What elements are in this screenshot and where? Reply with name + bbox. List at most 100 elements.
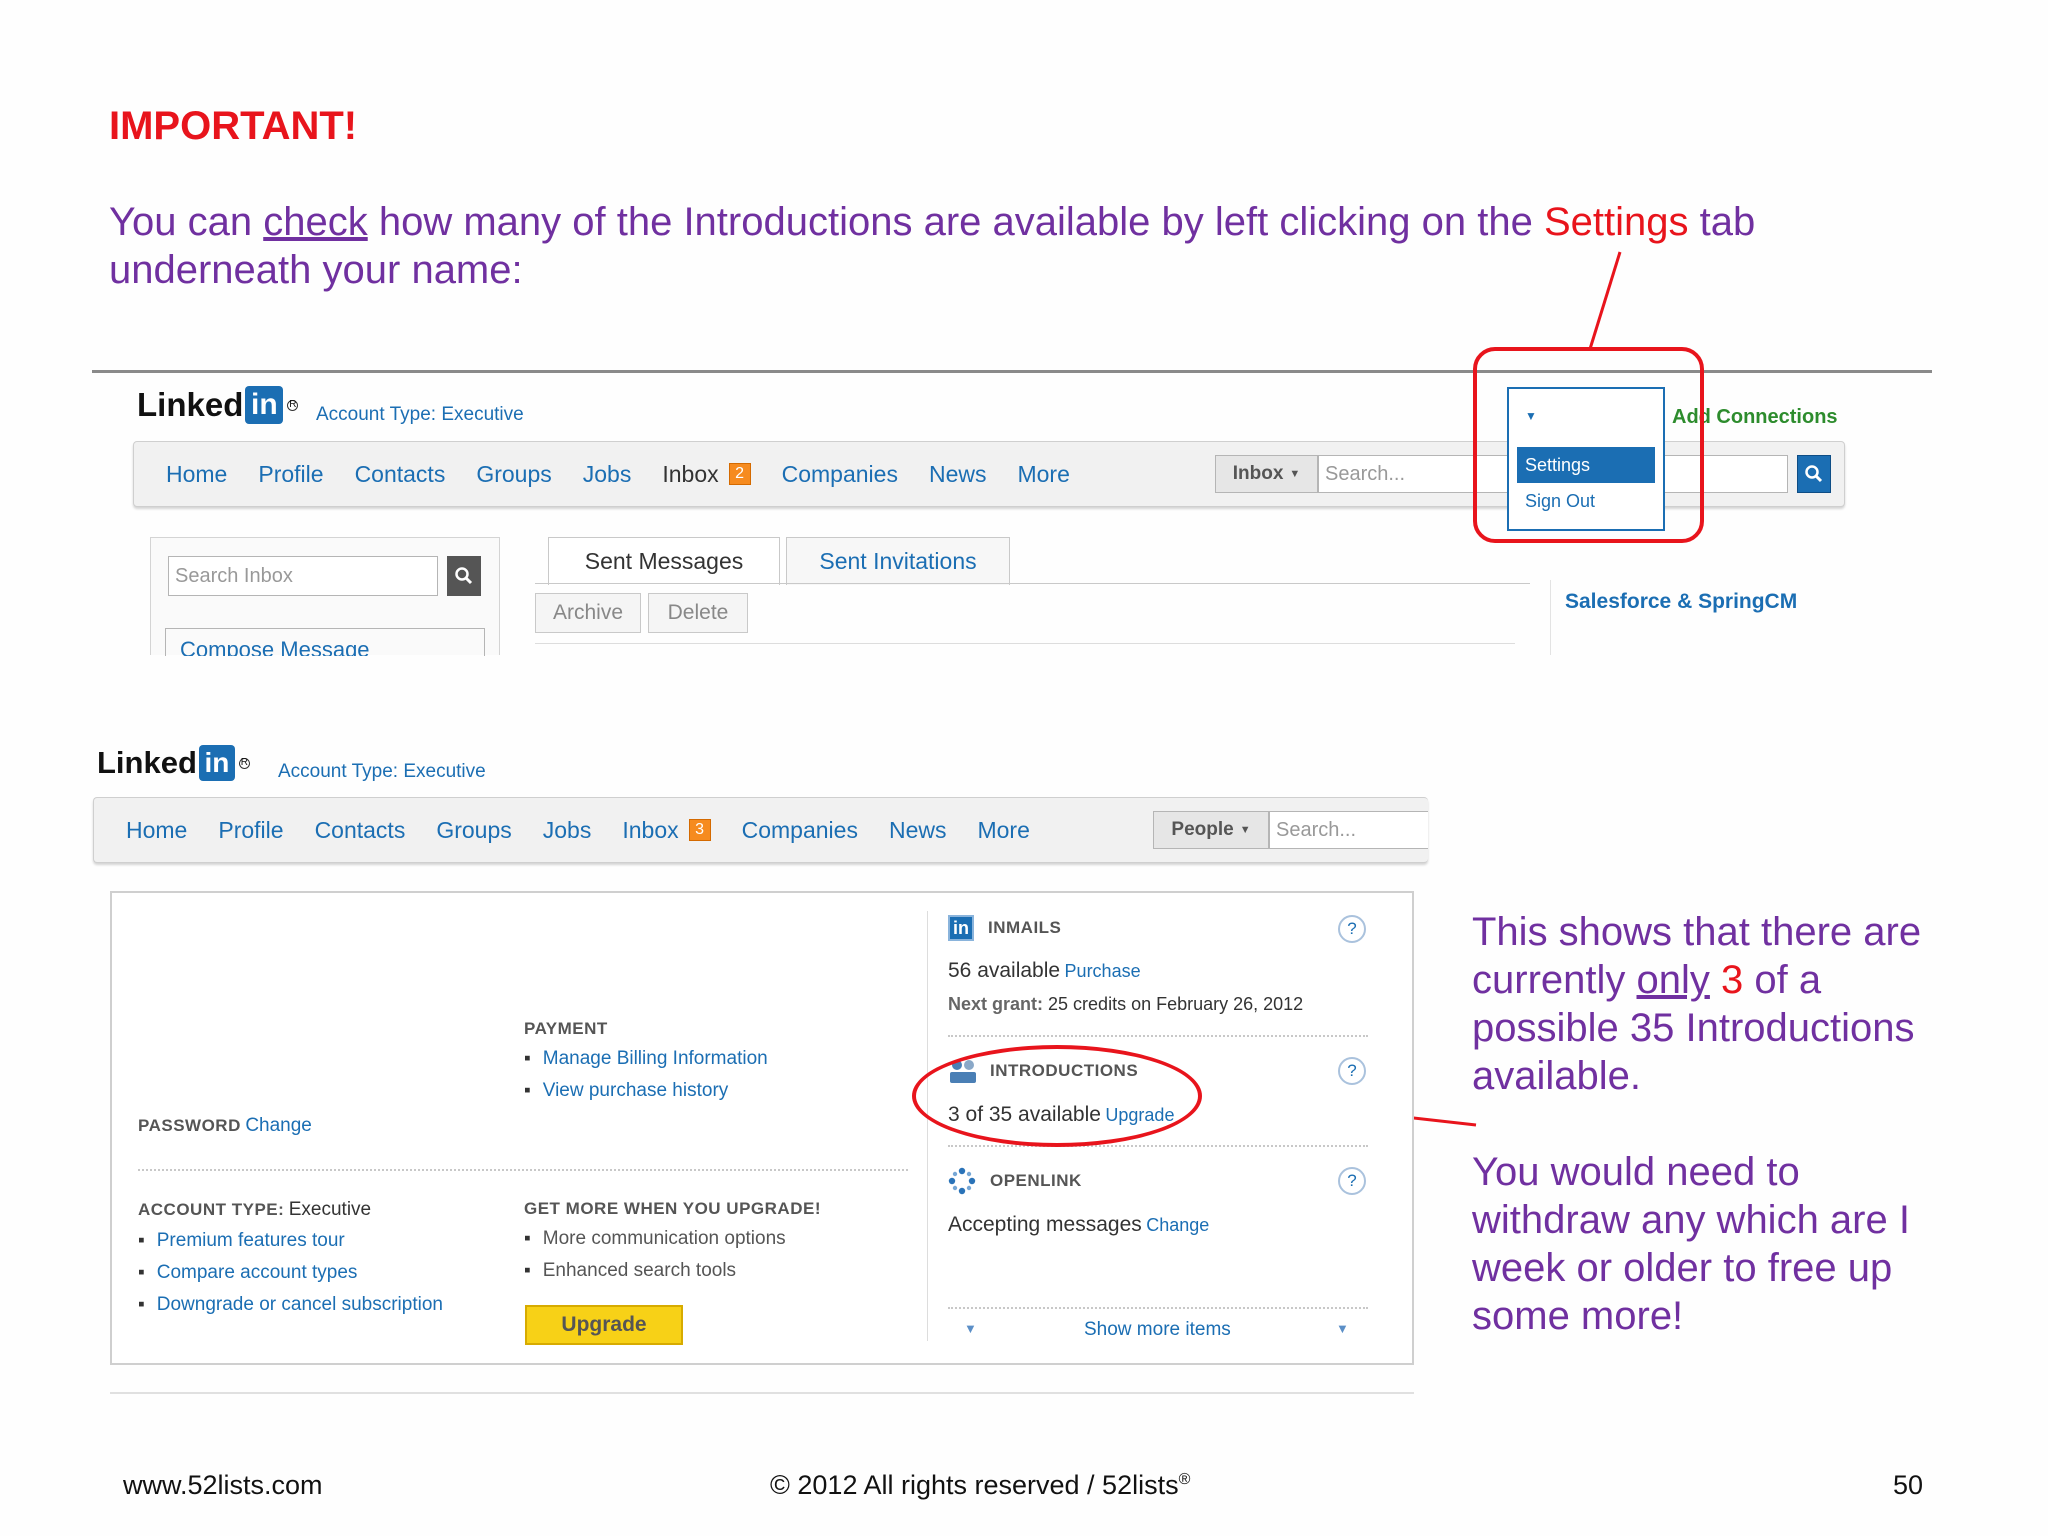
password-label: PASSWORD xyxy=(138,1116,241,1135)
search-scope-select[interactable]: Inbox ▼ xyxy=(1215,455,1318,493)
note1-only: only xyxy=(1636,958,1710,1002)
chevron-down-icon[interactable]: ▼ xyxy=(1336,1321,1349,1336)
upgrade-benefit: Enhanced search tools xyxy=(542,1260,737,1281)
purchase-history-link[interactable]: View purchase history xyxy=(543,1075,729,1107)
premium-tour-link[interactable]: Premium features tour xyxy=(157,1225,345,1257)
payment-section: PAYMENT Manage Billing Information View … xyxy=(524,1019,768,1107)
chevron-down-icon[interactable]: ▼ xyxy=(964,1321,977,1336)
account-type-section: ACCOUNT TYPE: Executive Premium features… xyxy=(138,1199,443,1321)
intro-check: check xyxy=(263,200,368,244)
logo-in-icon: in xyxy=(198,745,235,781)
nav-inbox[interactable]: Inbox 2 xyxy=(662,460,751,488)
nav-more[interactable]: More xyxy=(1017,461,1069,488)
account-type-label: ACCOUNT TYPE: xyxy=(138,1200,285,1219)
compose-label: Compose Message xyxy=(180,637,370,656)
manage-billing-link[interactable]: Manage Billing Information xyxy=(543,1043,768,1075)
inbox-sidebar: Search Inbox Compose Message xyxy=(150,537,500,656)
compose-message-button[interactable]: Compose Message xyxy=(165,628,485,656)
show-more-link[interactable]: Show more items xyxy=(1084,1319,1231,1341)
footer-registered: ® xyxy=(1178,1471,1191,1488)
section-divider xyxy=(948,1145,1368,1147)
nav-news[interactable]: News xyxy=(929,461,987,488)
upgrade-label: GET MORE WHEN YOU UPGRADE! xyxy=(524,1199,821,1218)
next-grant-label: Next grant: xyxy=(948,994,1044,1014)
note-withdraw: You would need to withdraw any which are… xyxy=(1472,1150,1910,1338)
inmail-icon: in xyxy=(948,915,974,941)
next-grant-value: 25 credits on February 26, 2012 xyxy=(1048,994,1304,1014)
list-item: Manage Billing Information xyxy=(524,1043,768,1075)
nav-inbox-label: Inbox xyxy=(662,460,719,487)
search-icon xyxy=(455,567,473,585)
search-button[interactable] xyxy=(1797,455,1831,493)
nav-groups[interactable]: Groups xyxy=(476,461,551,488)
archive-button[interactable]: Archive xyxy=(535,593,641,633)
nav-home[interactable]: Home xyxy=(166,461,227,488)
caret-down-icon: ▼ xyxy=(1289,468,1301,480)
footer-page-number: 50 xyxy=(1893,1470,1924,1500)
next-grant-row: Next grant: 25 credits on February 26, 2… xyxy=(948,994,1303,1015)
intro-settings: Settings xyxy=(1543,200,1689,244)
column-divider xyxy=(1550,580,1551,655)
scope-label: Inbox xyxy=(1232,463,1284,484)
help-icon[interactable]: ? xyxy=(1338,915,1366,943)
logo-word: Linked xyxy=(137,386,244,423)
nav-profile[interactable]: Profile xyxy=(218,817,283,844)
password-row: PASSWORD Change xyxy=(138,1115,312,1137)
inmails-purchase-link[interactable]: Purchase xyxy=(1065,961,1141,981)
sidebar-ad-link[interactable]: Salesforce & SpringCM xyxy=(1565,590,1797,614)
settings-panel: PASSWORD Change PAYMENT Manage Billing I… xyxy=(110,891,1414,1365)
nav-contacts[interactable]: Contacts xyxy=(355,461,446,488)
nav-more[interactable]: More xyxy=(977,817,1029,844)
nav-profile[interactable]: Profile xyxy=(258,461,323,488)
nav-companies[interactable]: Companies xyxy=(742,817,858,844)
nav-jobs[interactable]: Jobs xyxy=(583,461,632,488)
highlight-ellipse xyxy=(912,1045,1202,1147)
nav-groups[interactable]: Groups xyxy=(436,817,511,844)
nav-contacts[interactable]: Contacts xyxy=(315,817,406,844)
inmails-label: INMAILS xyxy=(988,918,1062,937)
inbox-count-badge: 3 xyxy=(688,819,711,841)
upgrade-button[interactable]: Upgrade xyxy=(525,1305,683,1345)
tab-sent-messages[interactable]: Sent Messages xyxy=(548,537,780,585)
tab-sent-invitations[interactable]: Sent Invitations xyxy=(786,537,1010,585)
inmails-header: in INMAILS xyxy=(948,915,1061,941)
openlink-header: OPENLINK xyxy=(948,1167,1082,1195)
nav-news[interactable]: News xyxy=(889,817,947,844)
list-item: Premium features tour xyxy=(138,1225,443,1257)
help-icon[interactable]: ? xyxy=(1338,1057,1366,1085)
password-change-link[interactable]: Change xyxy=(245,1115,312,1136)
openlink-label: OPENLINK xyxy=(990,1171,1082,1190)
registered-icon: R xyxy=(287,399,299,411)
toolbar-baseline xyxy=(535,643,1515,644)
page-bottom-rule xyxy=(110,1392,1414,1394)
help-icon[interactable]: ? xyxy=(1338,1167,1366,1195)
downgrade-link[interactable]: Downgrade or cancel subscription xyxy=(157,1289,443,1321)
section-divider xyxy=(948,1035,1368,1037)
section-divider xyxy=(138,1169,908,1171)
search-input[interactable]: Search... xyxy=(1269,811,1428,849)
intro-text: You can check how many of the Introducti… xyxy=(109,198,1869,294)
nav-inbox[interactable]: Inbox 3 xyxy=(622,816,711,844)
nav-home[interactable]: Home xyxy=(126,817,187,844)
inbox-count-badge: 2 xyxy=(728,463,751,485)
caret-down-icon: ▼ xyxy=(1239,824,1251,836)
intro-part1: You can xyxy=(109,200,264,244)
list-item: Enhanced search tools xyxy=(524,1255,821,1287)
nav-inbox-label: Inbox xyxy=(622,816,679,843)
linkedin-logo[interactable]: Linked in R xyxy=(137,386,299,424)
linkedin-logo[interactable]: Linked in R xyxy=(97,745,250,781)
nav-companies[interactable]: Companies xyxy=(782,461,898,488)
logo-word: Linked xyxy=(97,745,197,780)
important-heading: IMPORTANT! xyxy=(109,104,358,148)
compare-accounts-link[interactable]: Compare account types xyxy=(157,1257,358,1289)
search-inbox-button[interactable] xyxy=(447,556,481,596)
nav-jobs[interactable]: Jobs xyxy=(543,817,592,844)
search-inbox-input[interactable]: Search Inbox xyxy=(168,556,438,596)
intro-part2: how many of the Introductions are availa… xyxy=(367,200,1544,244)
delete-button[interactable]: Delete xyxy=(648,593,748,633)
list-item: Downgrade or cancel subscription xyxy=(138,1289,443,1321)
account-type-value: Executive xyxy=(288,1199,372,1220)
openlink-change-link[interactable]: Change xyxy=(1146,1215,1209,1235)
search-scope-select[interactable]: People ▼ xyxy=(1153,811,1269,849)
list-item: View purchase history xyxy=(524,1075,768,1107)
